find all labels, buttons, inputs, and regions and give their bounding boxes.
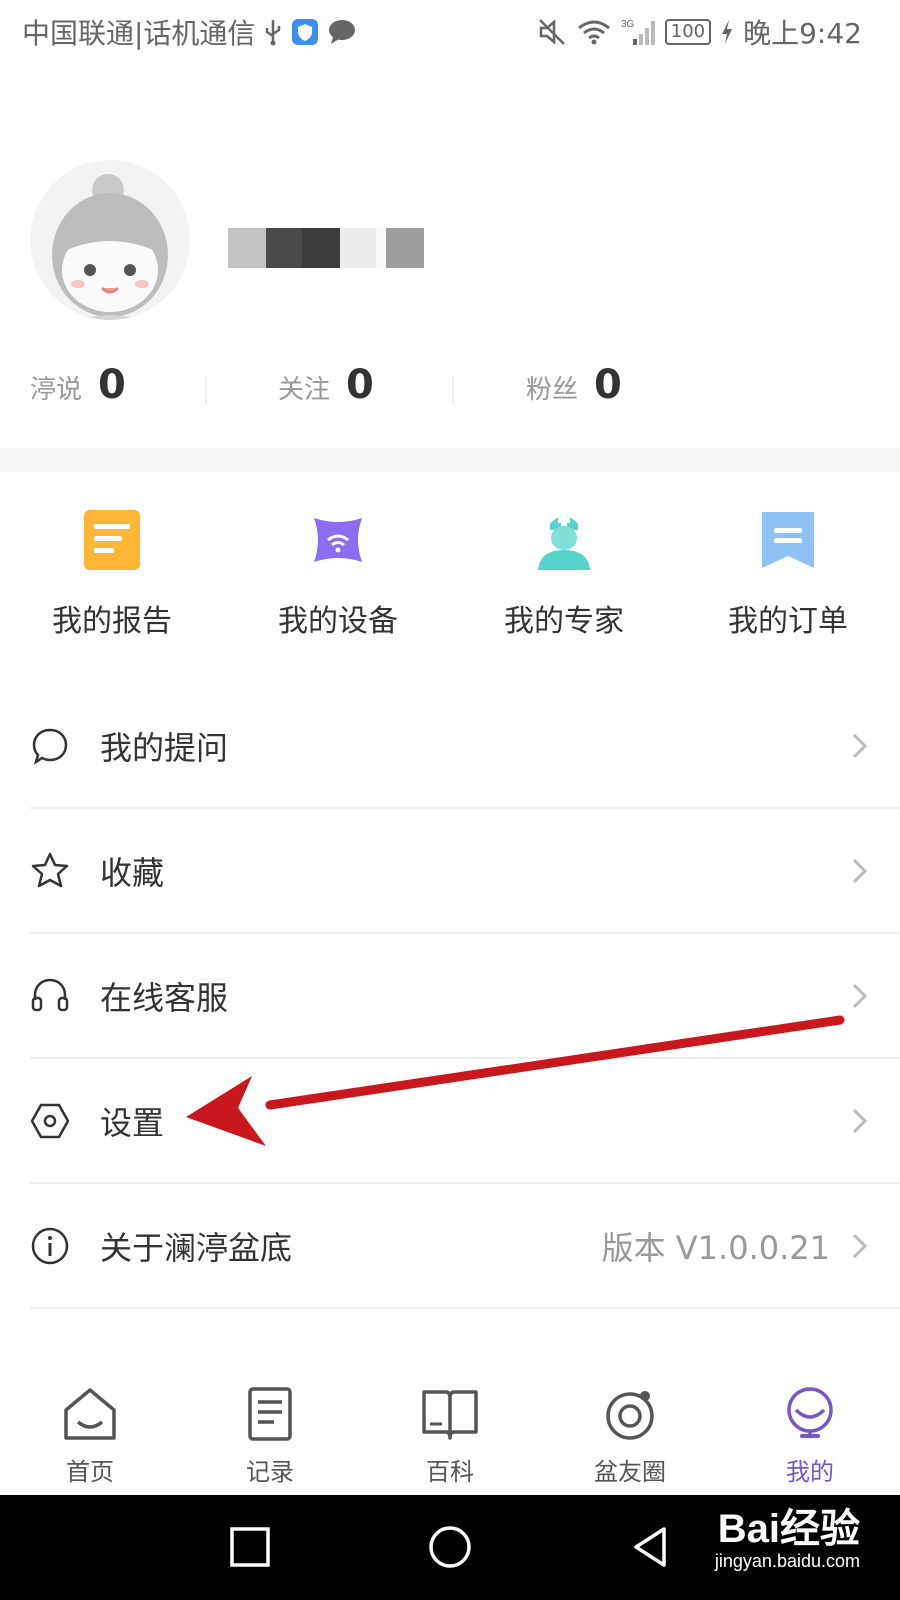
nav-label: 我的 [786, 1458, 834, 1486]
nav-home[interactable]: 首页 [30, 1386, 150, 1487]
watermark-main: Bai经验 [717, 1507, 860, 1551]
order-icon [762, 512, 814, 568]
charging-icon [721, 20, 733, 44]
chevron-right-icon [852, 983, 868, 1008]
watermark: Bai经验 jingyan.baidu.com [715, 1507, 860, 1572]
menu-label: 在线客服 [100, 978, 229, 1017]
menu-item-my-questions[interactable]: 我的提问 [30, 684, 900, 809]
settings-menu: 我的提问 收藏 在线客服 设置 关于澜渟盆底 版本 V1.0.0.21 [30, 684, 900, 1309]
mute-icon [537, 17, 567, 47]
carrier-text: 中国联通|话机通信 [22, 17, 256, 50]
watermark-sub: jingyan.baidu.com [714, 1551, 860, 1571]
stat-value: 0 [594, 362, 622, 408]
menu-item-about[interactable]: 关于澜渟盆底 版本 V1.0.0.21 [30, 1184, 900, 1309]
status-left: 中国联通|话机通信 [22, 12, 357, 52]
home-icon [64, 1388, 116, 1440]
section-divider [0, 448, 900, 472]
nav-label: 记录 [246, 1458, 294, 1486]
battery-icon: 100 [664, 19, 712, 45]
home-button[interactable] [428, 1525, 472, 1569]
tile-label: 我的专家 [504, 604, 624, 639]
tile-label: 我的订单 [728, 604, 848, 639]
clock-text: 晚上9:42 [743, 17, 862, 50]
nav-encyclopedia[interactable]: 百科 [390, 1386, 510, 1487]
chat-bubble-icon [30, 726, 70, 766]
stat-value: 0 [346, 362, 374, 408]
tile-my-report[interactable]: 我的报告 [22, 510, 202, 640]
info-icon [30, 1226, 70, 1266]
chevron-right-icon [852, 1108, 868, 1133]
username-redacted [228, 228, 424, 268]
headset-icon [30, 976, 70, 1016]
menu-label: 设置 [100, 1103, 165, 1142]
avatar-illustration [30, 160, 190, 320]
nav-label: 盆友圈 [594, 1458, 666, 1486]
stat-following[interactable]: 关注 0 [278, 362, 374, 408]
stat-value: 0 [98, 362, 126, 408]
system-nav-bar: Bai经验 jingyan.baidu.com [0, 1495, 900, 1600]
nav-label: 百科 [426, 1458, 474, 1486]
stat-followers[interactable]: 粉丝 0 [526, 362, 622, 408]
shield-icon [291, 18, 319, 46]
chevron-right-icon [852, 733, 868, 758]
signal-icon: 3G [621, 17, 655, 47]
menu-label: 关于澜渟盆底 [100, 1228, 293, 1267]
stat-divider [205, 376, 207, 404]
usb-icon [263, 18, 283, 46]
bottom-nav: 首页 记录 百科 盆友圈 我的 [0, 1370, 900, 1495]
svg-text:3G: 3G [621, 19, 635, 30]
nav-records[interactable]: 记录 [210, 1386, 330, 1487]
message-icon [327, 19, 357, 45]
profile-stats: 渟说 0 关注 0 粉丝 0 [30, 362, 870, 422]
device-icon [314, 518, 362, 562]
wifi-icon [577, 18, 611, 46]
tile-label: 我的报告 [52, 604, 172, 639]
star-icon [30, 851, 70, 891]
stat-label: 关注 [278, 375, 331, 405]
menu-item-online-support[interactable]: 在线客服 [30, 934, 900, 1059]
hex-settings-icon [30, 1101, 70, 1141]
record-icon [248, 1387, 292, 1441]
avatar[interactable] [30, 160, 190, 320]
menu-label: 收藏 [100, 853, 165, 892]
menu-label: 我的提问 [100, 728, 229, 767]
menu-item-settings[interactable]: 设置 [30, 1059, 900, 1184]
chevron-right-icon [852, 1233, 868, 1258]
stat-label: 渟说 [30, 375, 83, 405]
tile-label: 我的设备 [278, 604, 398, 639]
status-bar: 中国联通|话机通信 3G 100 晚上9:42 [0, 0, 900, 62]
tile-my-device[interactable]: 我的设备 [248, 510, 428, 640]
back-button[interactable] [628, 1525, 672, 1569]
circle-icon [606, 1391, 654, 1440]
tile-my-order[interactable]: 我的订单 [698, 510, 878, 640]
book-icon [422, 1390, 478, 1440]
nav-me[interactable]: 我的 [750, 1386, 870, 1487]
stat-label: 粉丝 [526, 375, 579, 405]
menu-item-favorites[interactable]: 收藏 [30, 809, 900, 934]
nav-community[interactable]: 盆友圈 [570, 1386, 690, 1487]
chevron-right-icon [852, 858, 868, 883]
recents-button[interactable] [228, 1525, 272, 1569]
nav-label: 首页 [66, 1458, 114, 1486]
version-text: 版本 V1.0.0.21 [601, 1228, 830, 1267]
status-right: 3G 100 晚上9:42 [537, 12, 862, 52]
report-icon [84, 510, 140, 570]
profile-icon [787, 1387, 833, 1438]
expert-icon [538, 514, 590, 570]
stat-posts[interactable]: 渟说 0 [30, 362, 126, 408]
tile-my-expert[interactable]: 我的专家 [474, 510, 654, 640]
stat-divider [452, 376, 454, 404]
quick-actions: 我的报告 我的设备 我的专家 我的订单 [0, 510, 900, 640]
